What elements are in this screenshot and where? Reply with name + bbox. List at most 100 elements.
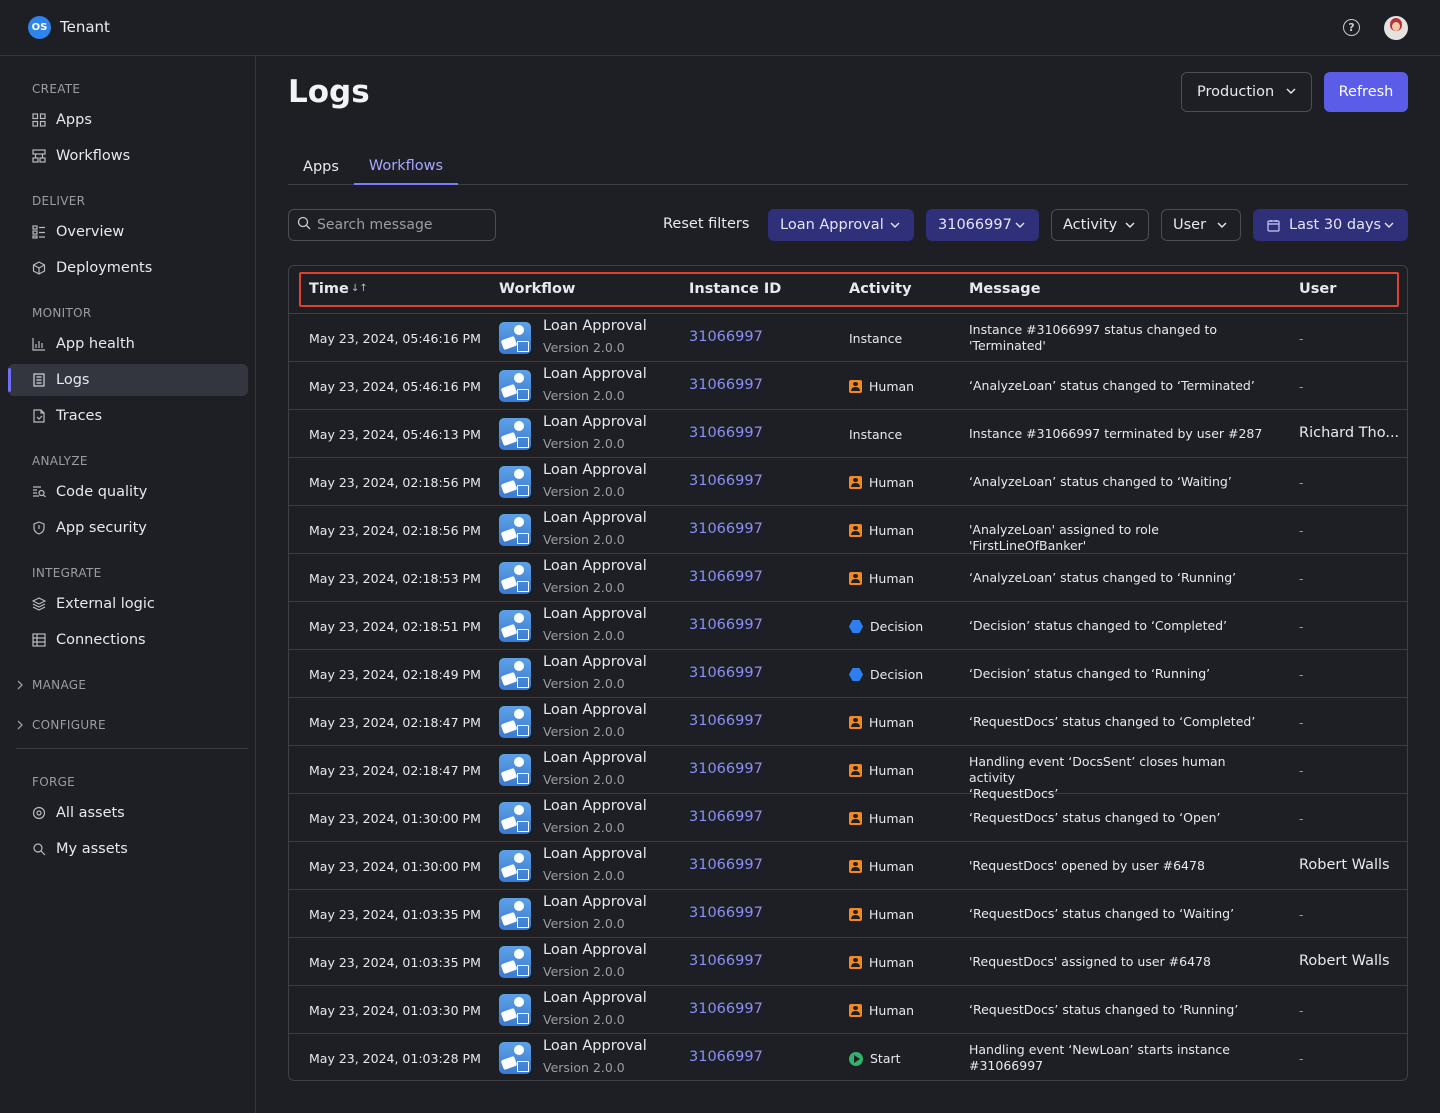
workflow-app-icon bbox=[499, 610, 531, 642]
environment-select[interactable]: Production bbox=[1181, 72, 1312, 112]
reset-filters-link[interactable]: Reset filters bbox=[663, 216, 749, 232]
os-logo[interactable]: OS bbox=[28, 16, 51, 39]
sidebar-item-label: Traces bbox=[56, 408, 103, 424]
instance-id-link[interactable]: 31066997 bbox=[689, 377, 763, 393]
instance-id-link[interactable]: 31066997 bbox=[689, 953, 763, 969]
activity-cell: Human bbox=[849, 811, 914, 826]
date-range-filter[interactable]: Last 30 days bbox=[1253, 209, 1408, 241]
sidebar-item-connections[interactable]: Connections bbox=[8, 624, 248, 656]
workflow-version: Version 2.0.0 bbox=[543, 964, 625, 979]
sidebar-item-my-assets[interactable]: My assets bbox=[8, 833, 248, 865]
table-row[interactable]: May 23, 2024, 05:46:16 PM Loan Approval Ve… bbox=[289, 362, 1407, 410]
sort-icon[interactable]: ↓↑ bbox=[351, 283, 368, 294]
table-row[interactable]: May 23, 2024, 01:03:35 PM Loan Approval Ve… bbox=[289, 938, 1407, 986]
time-cell: May 23, 2024, 01:03:30 PM bbox=[309, 1003, 481, 1018]
user-cell: - bbox=[1299, 1051, 1304, 1066]
search-box bbox=[288, 209, 496, 241]
instance-id-link[interactable]: 31066997 bbox=[689, 1001, 763, 1017]
sidebar-item-app-security[interactable]: App security bbox=[8, 512, 248, 544]
instance-filter[interactable]: 31066997 bbox=[926, 209, 1039, 241]
workflow-name: Loan Approval bbox=[543, 414, 647, 430]
section-configure[interactable]: CONFIGURE bbox=[16, 718, 106, 732]
time-cell: May 23, 2024, 02:18:51 PM bbox=[309, 619, 481, 634]
instance-id-link[interactable]: 31066997 bbox=[689, 857, 763, 873]
activity-cell: Human bbox=[849, 955, 914, 970]
sidebar-item-traces[interactable]: Traces bbox=[8, 400, 248, 432]
table-row[interactable]: May 23, 2024, 02:18:56 PM Loan Approval Ve… bbox=[289, 458, 1407, 506]
sidebar-item-deployments[interactable]: Deployments bbox=[8, 252, 248, 284]
instance-id-link[interactable]: 31066997 bbox=[689, 425, 763, 441]
table-row[interactable]: May 23, 2024, 05:46:16 PM Loan Approval Ve… bbox=[289, 314, 1407, 362]
table-row[interactable]: May 23, 2024, 01:30:00 PM Loan Approval Ve… bbox=[289, 842, 1407, 890]
tab-apps[interactable]: Apps bbox=[288, 148, 354, 185]
refresh-button[interactable]: Refresh bbox=[1324, 72, 1408, 112]
instance-id-link[interactable]: 31066997 bbox=[689, 473, 763, 489]
search-icon bbox=[297, 216, 311, 234]
instance-id-link[interactable]: 31066997 bbox=[689, 905, 763, 921]
instance-id-link[interactable]: 31066997 bbox=[689, 569, 763, 585]
tab-workflows[interactable]: Workflows bbox=[354, 148, 458, 185]
message-line: Handling event ‘NewLoan’ starts instance bbox=[969, 1042, 1230, 1057]
instance-id-link[interactable]: 31066997 bbox=[689, 521, 763, 537]
sidebar-item-overview[interactable]: Overview bbox=[8, 216, 248, 248]
table-row[interactable]: May 23, 2024, 01:03:35 PM Loan Approval Ve… bbox=[289, 890, 1407, 938]
help-icon[interactable]: ? bbox=[1343, 19, 1360, 36]
user-cell: - bbox=[1299, 667, 1304, 682]
human-activity-icon bbox=[849, 572, 862, 585]
user-cell: - bbox=[1299, 907, 1304, 922]
sidebar-item-logs[interactable]: Logs bbox=[8, 364, 248, 396]
table-row[interactable]: May 23, 2024, 01:03:28 PM Loan Approval Ve… bbox=[289, 1034, 1407, 1080]
workflow-name: Loan Approval bbox=[543, 654, 647, 670]
sidebar-item-app-health[interactable]: App health bbox=[8, 328, 248, 360]
instance-id-link[interactable]: 31066997 bbox=[689, 713, 763, 729]
workflow-name: Loan Approval bbox=[543, 750, 647, 766]
layers-icon bbox=[32, 597, 46, 611]
table-row[interactable]: May 23, 2024, 01:03:30 PM Loan Approval Ve… bbox=[289, 986, 1407, 1034]
instance-id-link[interactable]: 31066997 bbox=[689, 617, 763, 633]
instance-id-link[interactable]: 31066997 bbox=[689, 809, 763, 825]
sidebar-item-all-assets[interactable]: All assets bbox=[8, 797, 248, 829]
instance-id-link[interactable]: 31066997 bbox=[689, 1049, 763, 1065]
workflow-app-icon bbox=[499, 514, 531, 546]
workflow-filter[interactable]: Loan Approval bbox=[768, 209, 914, 241]
message-cell: Handling event ‘NewLoan’ starts instance… bbox=[969, 1042, 1269, 1074]
activity-label: Start bbox=[870, 1051, 901, 1066]
instance-id-link[interactable]: 31066997 bbox=[689, 665, 763, 681]
top-bar: OS Tenant ? bbox=[0, 0, 1440, 56]
table-row[interactable]: May 23, 2024, 02:18:49 PM Loan Approval Ve… bbox=[289, 650, 1407, 698]
workflow-app-icon bbox=[499, 706, 531, 738]
sidebar-item-external-logic[interactable]: External logic bbox=[8, 588, 248, 620]
time-cell: May 23, 2024, 01:03:28 PM bbox=[309, 1051, 481, 1066]
decision-activity-icon bbox=[849, 668, 863, 681]
workflow-version: Version 2.0.0 bbox=[543, 484, 625, 499]
sidebar-item-label: Code quality bbox=[56, 484, 148, 500]
table-row[interactable]: May 23, 2024, 02:18:53 PM Loan Approval Ve… bbox=[289, 554, 1407, 602]
search-input[interactable] bbox=[317, 217, 487, 233]
section-manage[interactable]: MANAGE bbox=[16, 678, 86, 692]
table-row[interactable]: May 23, 2024, 01:30:00 PM Loan Approval Ve… bbox=[289, 794, 1407, 842]
workflow-app-icon bbox=[499, 802, 531, 834]
sidebar-item-code-quality[interactable]: Code quality bbox=[8, 476, 248, 508]
instance-id-link[interactable]: 31066997 bbox=[689, 761, 763, 777]
tenant-name[interactable]: Tenant bbox=[60, 18, 110, 36]
activity-label: Human bbox=[869, 811, 915, 826]
table-row[interactable]: May 23, 2024, 05:46:13 PM Loan Approval Ve… bbox=[289, 410, 1407, 458]
table-row[interactable]: May 23, 2024, 02:18:47 PM Loan Approval Ve… bbox=[289, 746, 1407, 801]
chevron-down-icon bbox=[1383, 218, 1395, 232]
user-filter[interactable]: User bbox=[1161, 209, 1241, 241]
table-row[interactable]: May 23, 2024, 02:18:47 PM Loan Approval Ve… bbox=[289, 698, 1407, 746]
activity-label: Human bbox=[869, 571, 915, 586]
grid-icon bbox=[32, 113, 46, 127]
user-avatar[interactable] bbox=[1384, 16, 1408, 40]
activity-cell: Human bbox=[849, 859, 914, 874]
activity-filter[interactable]: Activity bbox=[1051, 209, 1149, 241]
message-cell: ‘Decision’ status changed to ‘Completed’ bbox=[969, 618, 1269, 634]
sidebar-item-apps[interactable]: Apps bbox=[8, 104, 248, 136]
sidebar-item-workflows[interactable]: Workflows bbox=[8, 140, 248, 172]
activity-label: Instance bbox=[849, 331, 903, 346]
calendar-icon bbox=[1267, 219, 1280, 232]
table-row[interactable]: May 23, 2024, 02:18:51 PM Loan Approval Ve… bbox=[289, 602, 1407, 650]
table-row[interactable]: May 23, 2024, 02:18:56 PM Loan Approval Ve… bbox=[289, 506, 1407, 554]
instance-id-link[interactable]: 31066997 bbox=[689, 329, 763, 345]
column-time[interactable]: Time bbox=[309, 281, 349, 297]
